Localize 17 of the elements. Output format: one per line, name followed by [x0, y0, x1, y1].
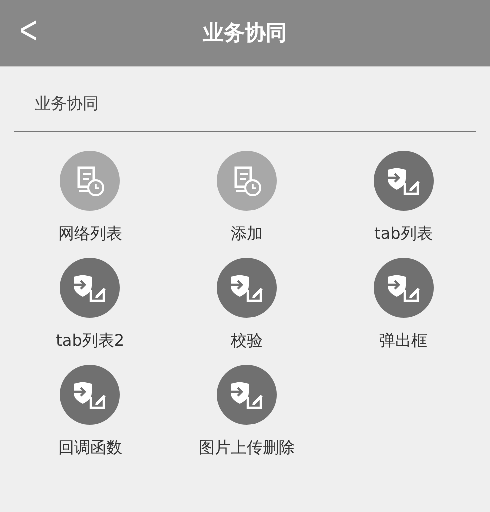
item-label[interactable]: 添加	[230, 223, 263, 246]
shield-edit-icon[interactable]	[374, 258, 434, 318]
back-button[interactable]: <	[14, 8, 44, 56]
shield-edit-icon[interactable]	[374, 151, 434, 211]
shield-edit-icon[interactable]	[60, 258, 120, 318]
item-label[interactable]: 校验	[230, 330, 263, 353]
item-label[interactable]: 弹出框	[380, 330, 428, 353]
item-label[interactable]: 回调函数	[58, 437, 122, 460]
item-label[interactable]: 网络列表	[58, 223, 122, 246]
shield-edit-icon[interactable]	[216, 365, 277, 425]
shield-edit-icon[interactable]	[216, 258, 277, 318]
shield-edit-icon[interactable]	[60, 365, 120, 425]
page-title: 业务协同	[203, 20, 287, 47]
section-title: 业务协同	[34, 93, 100, 115]
item-label[interactable]: tab列表	[374, 223, 433, 246]
item-label[interactable]: 图片上传删除	[198, 437, 295, 460]
item-label[interactable]: tab列表2	[56, 330, 125, 353]
